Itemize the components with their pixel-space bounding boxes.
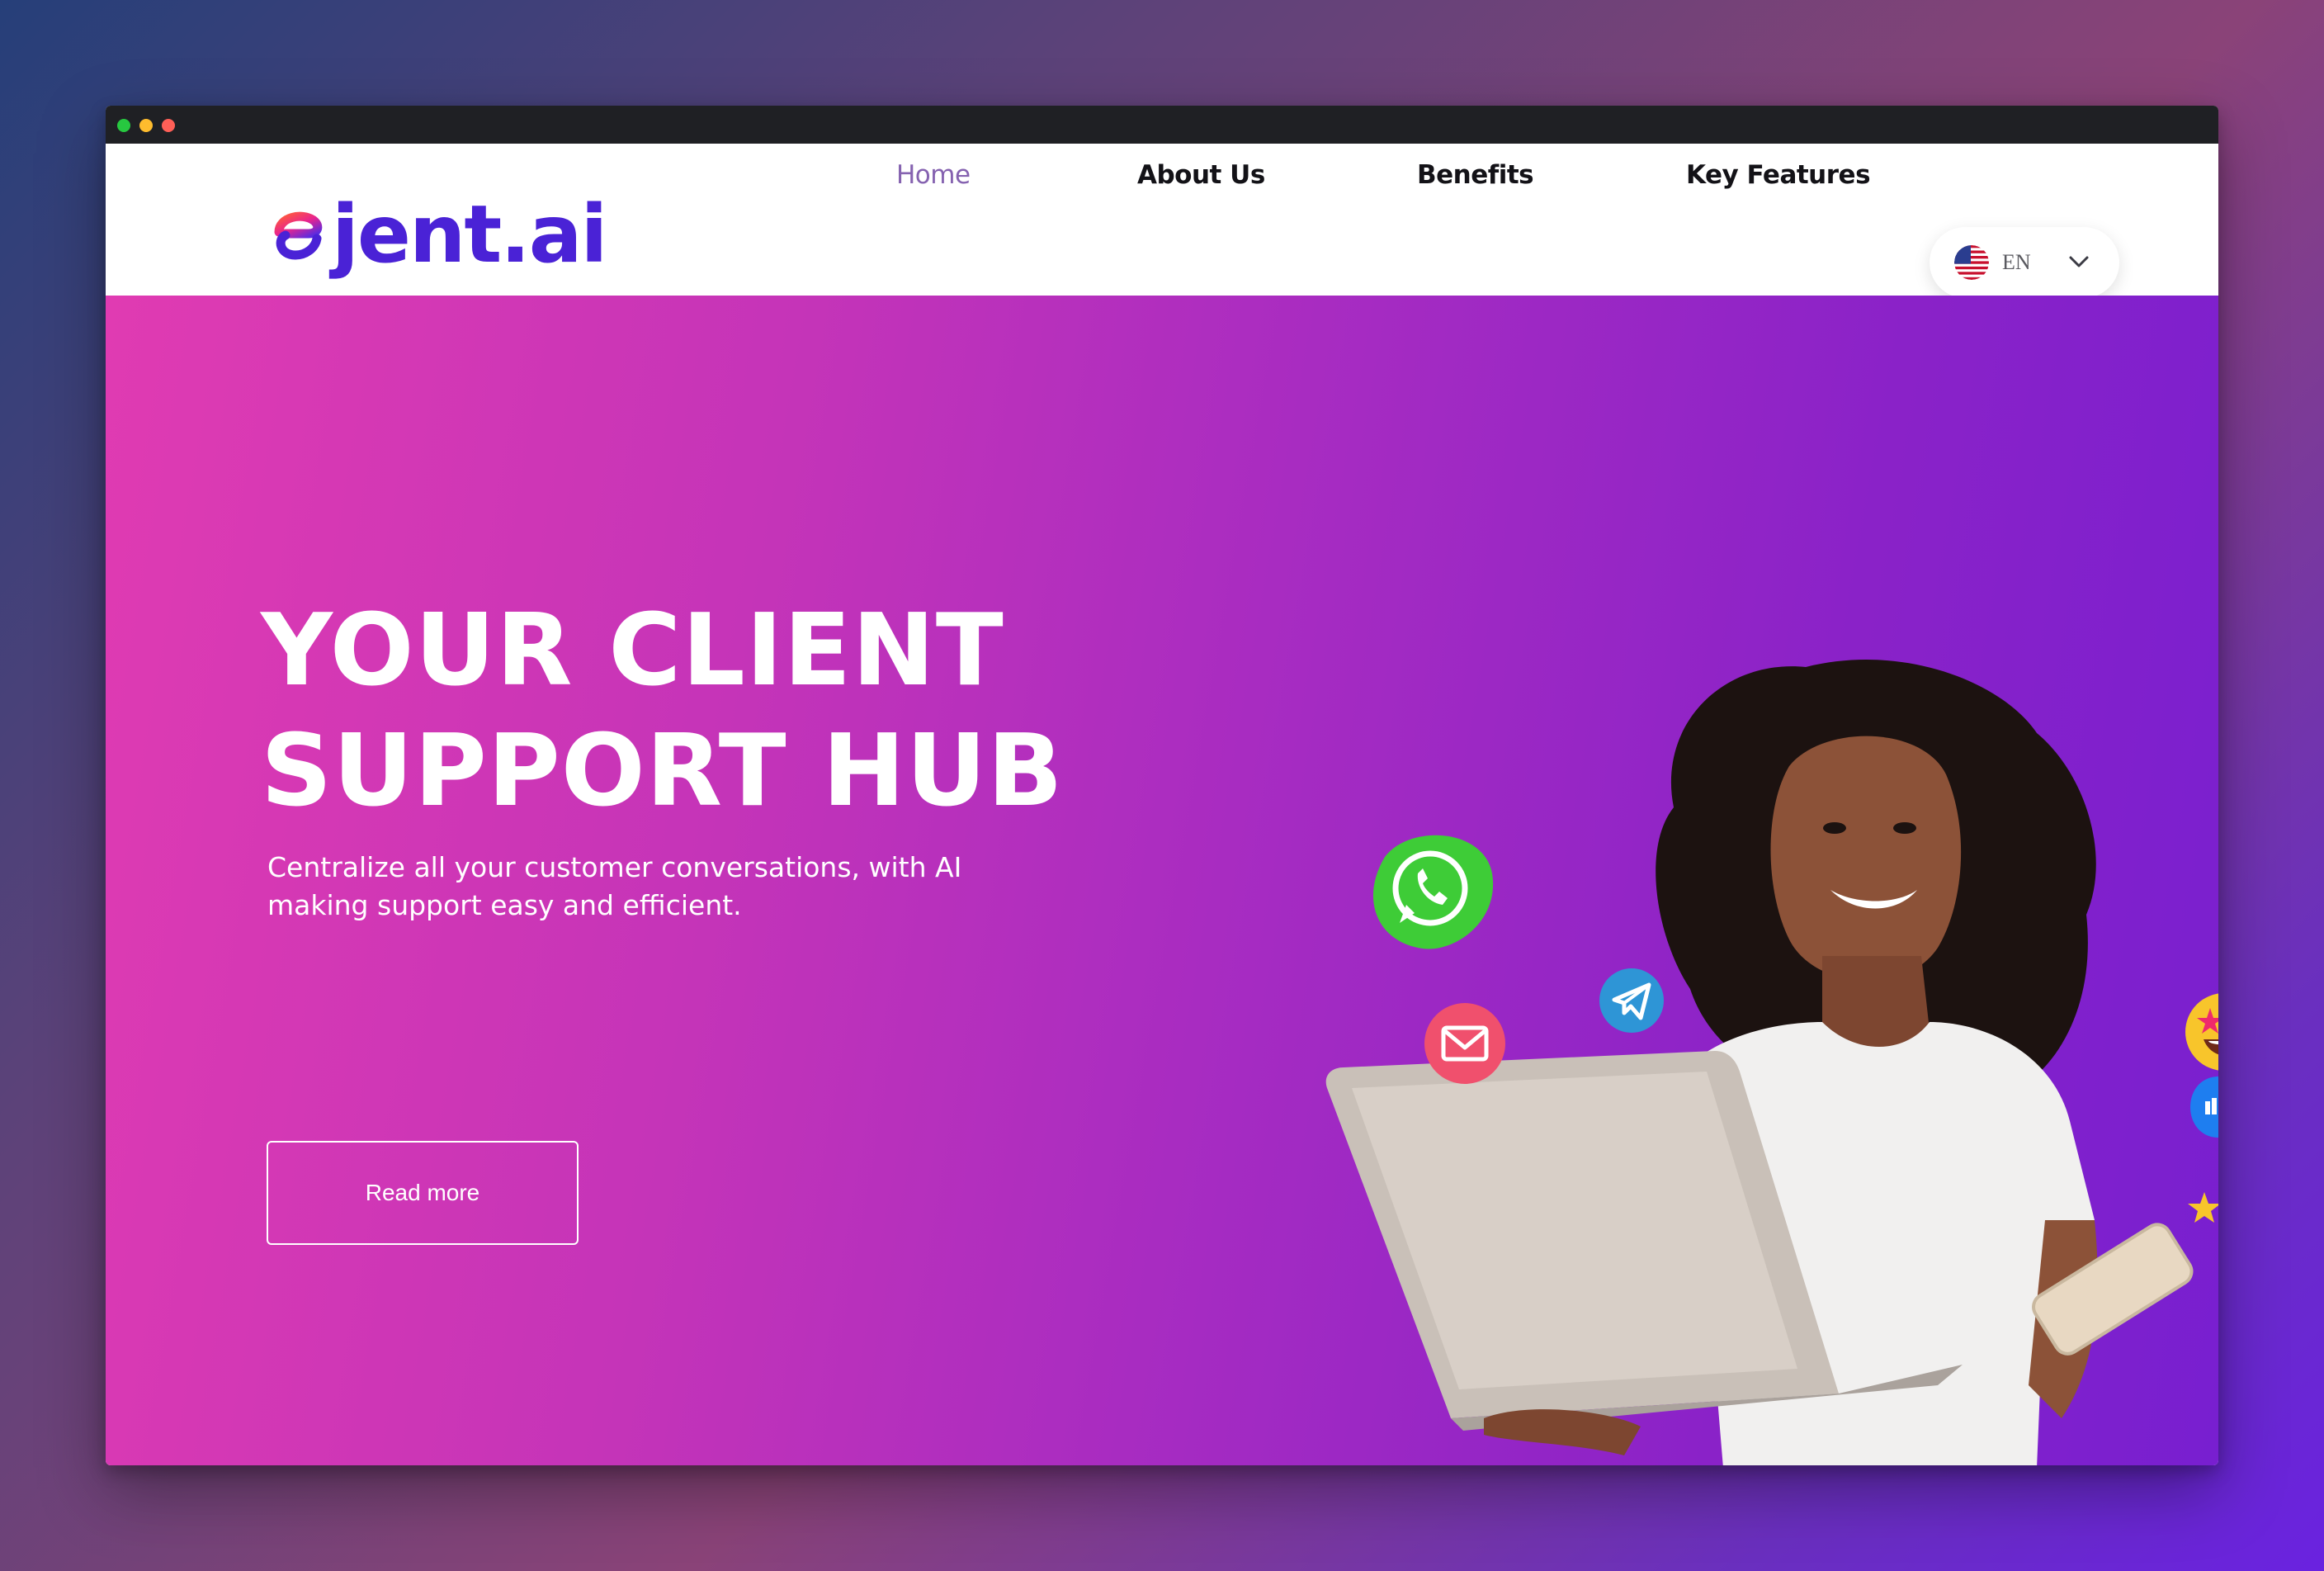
hero-subtext-line2: making support easy and efficient. (267, 889, 742, 921)
rating-stars-icon (2188, 1192, 2218, 1223)
logo-text: jent.ai (332, 188, 607, 281)
hero-headline: YOUR CLIENT SUPPORT HUB (261, 591, 1064, 832)
hero-subtext-line1: Centralize all your customer conversatio… (267, 851, 962, 883)
window-maximize-button[interactable] (162, 119, 175, 132)
brand-logo[interactable]: jent.ai (269, 185, 607, 284)
hero-headline-line2: SUPPORT HUB (261, 714, 1064, 829)
star-struck-emoji-icon (2185, 993, 2218, 1071)
us-flag-icon (1954, 245, 1989, 280)
nav-link-home[interactable]: Home (896, 160, 971, 190)
language-selector[interactable]: EN (1930, 227, 2119, 298)
email-icon (1424, 1003, 1505, 1084)
left-hand (1484, 1409, 1641, 1455)
window-titlebar (106, 106, 2218, 144)
face (1770, 736, 1962, 982)
chevron-down-icon (2069, 256, 2089, 267)
whatsapp-icon (1372, 835, 1494, 949)
telegram-icon (1599, 968, 1664, 1033)
browser-window: jent.ai EN YOUR CLIENT SUPPORT HUB Centr… (106, 106, 2218, 1465)
nav-link-benefits[interactable]: Benefits (1417, 160, 1534, 190)
window-close-button[interactable] (117, 119, 130, 132)
nav-link-about-us[interactable]: About Us (1137, 160, 1265, 190)
messenger-icon (2190, 1077, 2218, 1138)
hero-headline-line1: YOUR CLIENT (261, 594, 1004, 708)
nav-link-key-features[interactable]: Key Features (1686, 160, 1871, 190)
logo-mark-icon (274, 211, 323, 260)
hero-section: YOUR CLIENT SUPPORT HUB Centralize all y… (106, 296, 2218, 1465)
hero-illustration (1325, 660, 2194, 1465)
window-minimize-button[interactable] (139, 119, 153, 132)
read-more-button[interactable]: Read more (267, 1141, 579, 1245)
hero-subtext: Centralize all your customer conversatio… (267, 849, 1010, 925)
language-code: EN (2002, 250, 2031, 274)
